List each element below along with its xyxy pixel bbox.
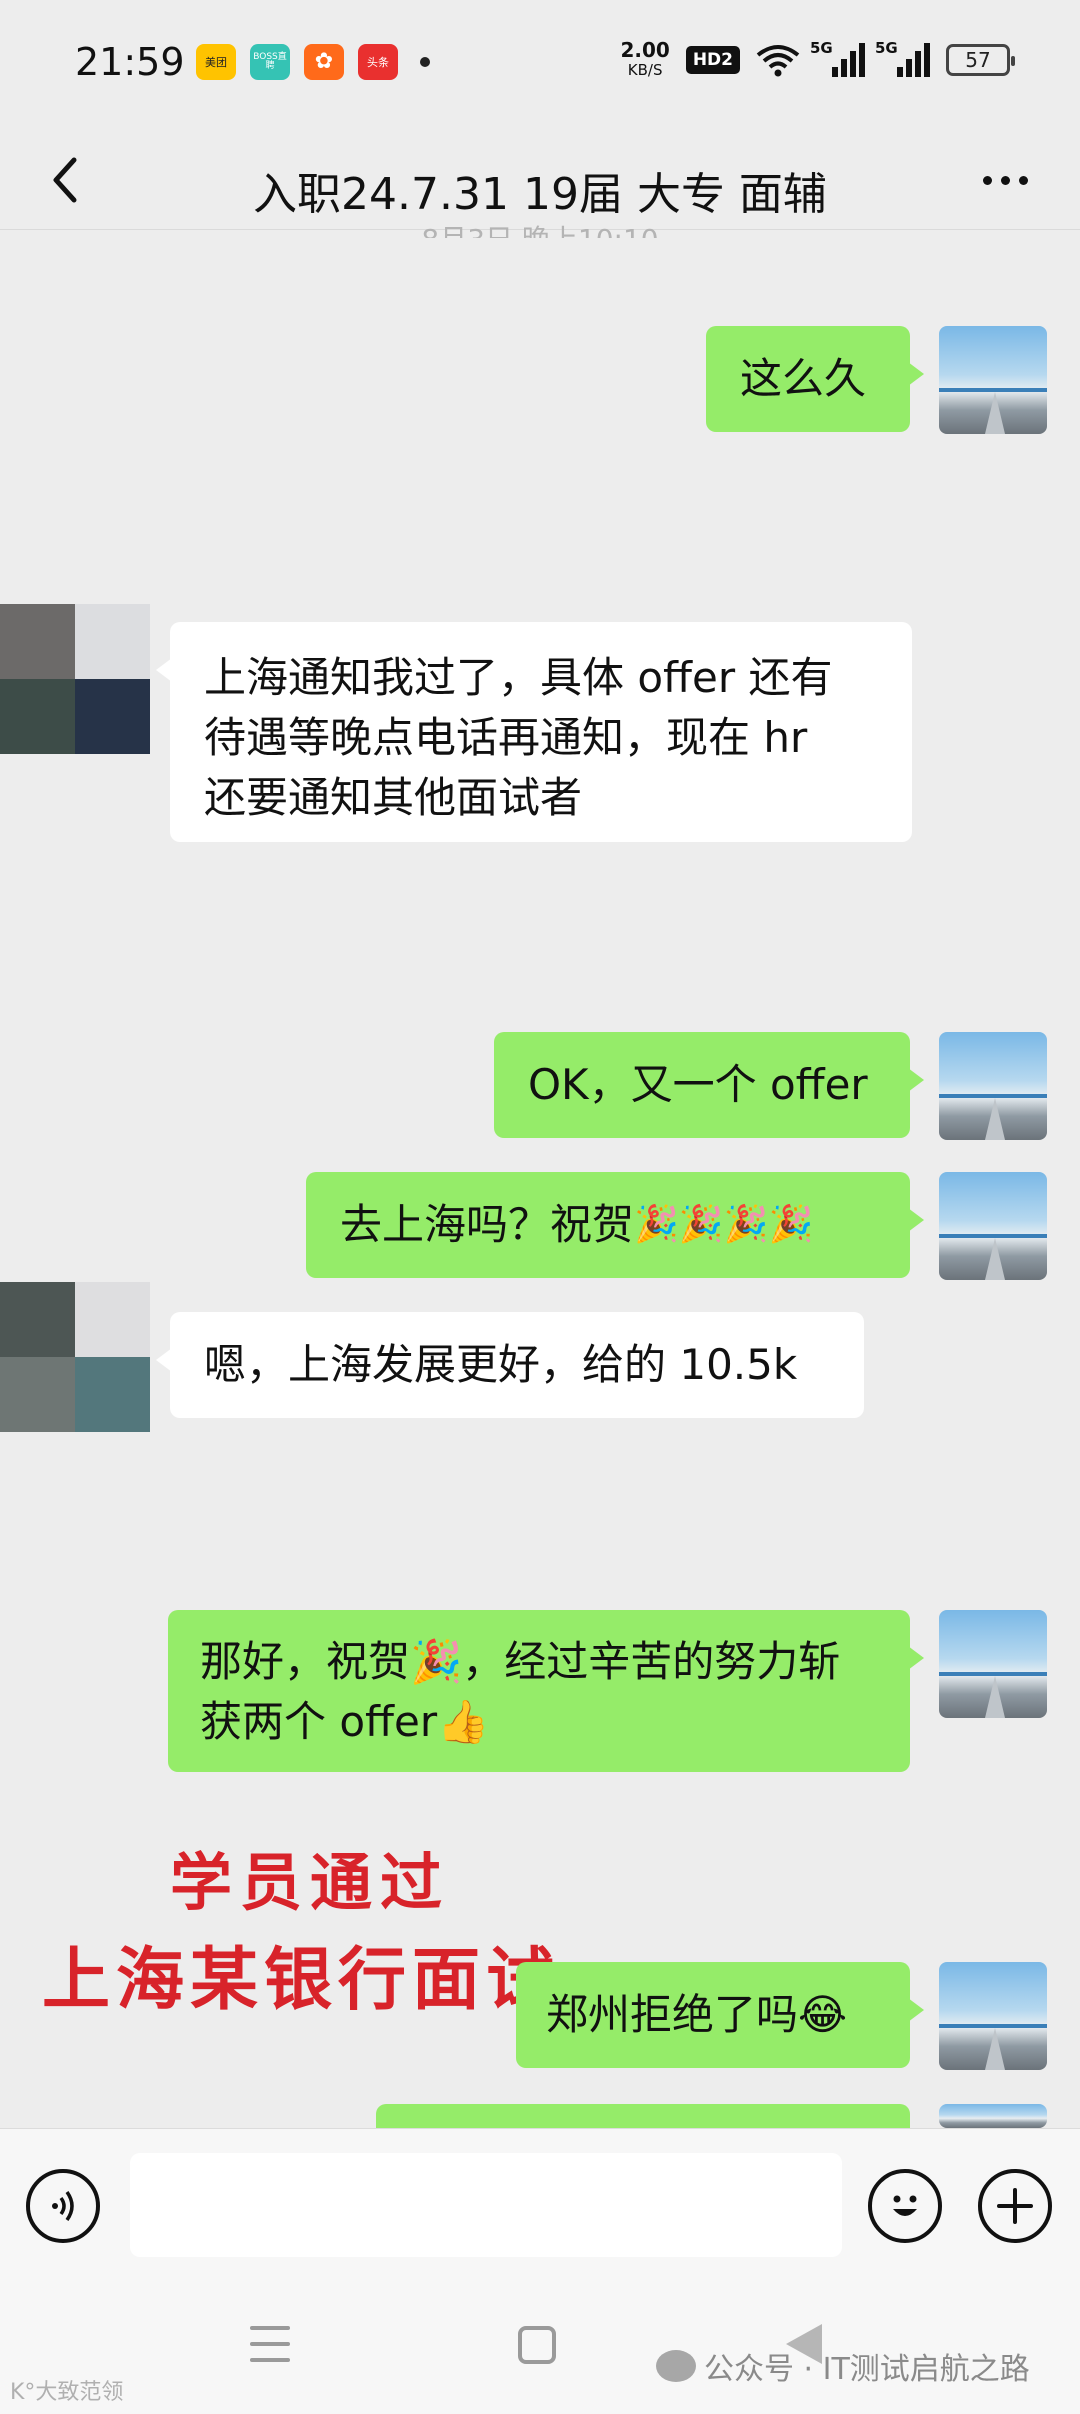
my-avatar[interactable] <box>939 326 1047 434</box>
more-dot-icon <box>982 175 992 185</box>
wechat-official-account-watermark: 公众号 · IT测试启航之路 <box>656 2344 1030 2388</box>
recents-menu-icon[interactable] <box>250 2326 290 2362</box>
status-time: 21:59 <box>75 40 185 84</box>
timestamp: 8月3日 晚上10:10 <box>0 220 1080 238</box>
chat-header: 入职24.7.31 19届 大专 面辅 <box>0 130 1080 230</box>
overlay-caption-line1: 学员通过 <box>170 1846 451 1919</box>
system-nav-bar: 公众号 · IT测试启航之路 K°大致范领 <box>0 2290 1080 2414</box>
wifi-icon <box>756 45 800 77</box>
plus-button[interactable] <box>978 2169 1052 2243</box>
wechat-icon <box>656 2350 696 2382</box>
message-bubble-me[interactable]: 去上海吗？祝贺 🎉🎉🎉🎉 <box>306 1172 924 1278</box>
party-popper-emoji: 🎉🎉🎉🎉 <box>634 1204 814 1245</box>
overlay-caption-line2: 上海某银行面试 <box>42 1940 561 2020</box>
kuaishou-app-icon: ✿ <box>304 44 344 80</box>
chat-title: 入职24.7.31 19届 大专 面辅 <box>253 169 827 220</box>
contact-avatar[interactable] <box>0 604 150 754</box>
more-button[interactable] <box>970 152 1040 208</box>
hd-voice-icon: HD2 <box>685 46 740 74</box>
notification-icons: 美团 BOSS直聘 ✿ 头条 <box>196 44 430 80</box>
my-avatar[interactable] <box>939 1172 1047 1280</box>
meituan-app-icon: 美团 <box>196 44 236 80</box>
my-avatar[interactable] <box>939 1962 1047 2070</box>
corner-watermark: K°大致范领 <box>10 2380 124 2405</box>
toutiao-app-icon: 头条 <box>358 44 398 80</box>
my-avatar[interactable] <box>939 1610 1047 1718</box>
signal-icon-1: 5G <box>810 39 865 77</box>
my-avatar-partial[interactable] <box>939 2104 1047 2128</box>
input-bar <box>0 2128 1080 2290</box>
message-bubble-me[interactable]: 郑州拒绝了吗😂 <box>516 1962 924 2068</box>
boss-app-icon: BOSS直聘 <box>250 44 290 80</box>
message-input[interactable] <box>130 2153 842 2257</box>
plus-icon <box>997 2188 1033 2224</box>
emoji-button[interactable] <box>868 2169 942 2243</box>
battery-icon: 57 <box>946 44 1015 76</box>
emoji-icon <box>893 2195 917 2216</box>
message-bubble-other[interactable]: 上海通知我过了，具体 offer 还有 待遇等晚点电话再通知，现在 hr 还要通… <box>156 622 912 842</box>
voice-icon <box>52 2190 74 2222</box>
net-speed: 2.00 KB/S <box>620 38 670 79</box>
message-bubble-other[interactable]: 嗯，上海发展更好，给的 10.5k <box>156 1312 864 1418</box>
status-bar: 21:59 美团 BOSS直聘 ✿ 头条 2.00 KB/S HD2 5G 5G… <box>0 0 1080 130</box>
my-avatar[interactable] <box>939 1032 1047 1140</box>
message-bubble-me[interactable]: 那好，祝贺🎉，经过辛苦的努力斩 获两个 offer👍 <box>168 1610 924 1772</box>
home-icon[interactable] <box>518 2326 556 2364</box>
contact-avatar[interactable] <box>0 1282 150 1432</box>
message-bubble-me[interactable]: OK，又一个 offer <box>494 1032 924 1138</box>
message-bubble-me[interactable]: 这么久 <box>706 326 924 432</box>
status-right: 2.00 KB/S HD2 5G 5G 57 <box>620 38 1015 80</box>
voice-input-button[interactable] <box>26 2169 100 2243</box>
more-notifications-dot <box>420 57 430 67</box>
signal-icon-2: 5G <box>875 39 930 77</box>
